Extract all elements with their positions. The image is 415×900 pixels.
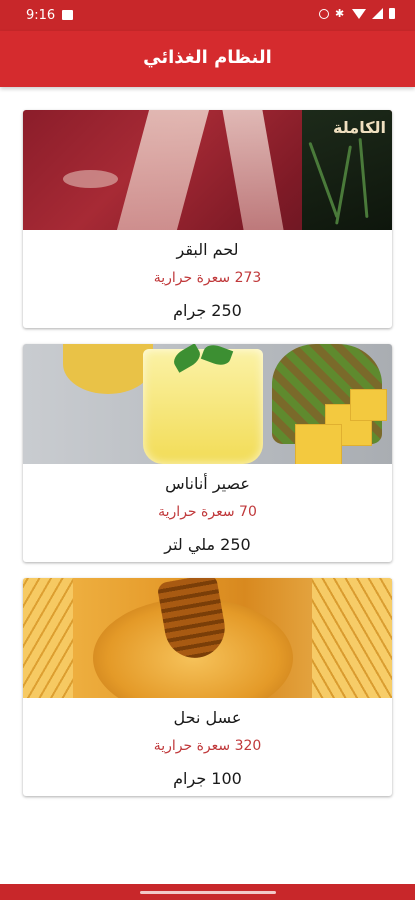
food-name: لحم البقر [176, 240, 239, 259]
food-name: عصير أناناس [165, 474, 250, 493]
battery-icon [389, 8, 395, 19]
app-bar: النظام الغذائي [0, 31, 415, 87]
food-calories: 320 سعرة حرارية [153, 738, 262, 754]
food-card-pineapple-juice[interactable]: عصير أناناس 70 سعرة حرارية 250 ملي لتر [23, 344, 392, 562]
food-image-pineapple-juice [23, 344, 392, 464]
image-icon [62, 10, 73, 20]
alarm-icon [319, 8, 329, 19]
food-calories: 273 سعرة حرارية [153, 270, 262, 286]
food-image-beef: الكاملة [23, 110, 392, 230]
food-amount: 100 جرام [173, 769, 242, 788]
status-icons: ✱ [319, 8, 395, 19]
wifi-icon [352, 8, 366, 19]
food-amount: 250 جرام [173, 301, 242, 320]
image-logo: الكاملة [333, 118, 386, 137]
food-image-honey [23, 578, 392, 698]
food-calories: 70 سعرة حرارية [158, 504, 257, 520]
food-name: عسل نحل [173, 708, 242, 727]
status-bar: 9:16 ✱ [0, 0, 415, 31]
food-amount: 250 ملي لتر [164, 535, 251, 554]
bluetooth-icon: ✱ [335, 7, 345, 20]
page-title: النظام الغذائي [143, 47, 272, 68]
food-card-beef[interactable]: الكاملة لحم البقر 273 سعرة حرارية 250 جر… [23, 110, 392, 328]
food-card-honey[interactable]: عسل نحل 320 سعرة حرارية 100 جرام [23, 578, 392, 796]
navigation-bar [0, 884, 415, 900]
signal-icon [372, 8, 383, 19]
home-gesture-handle[interactable] [140, 891, 276, 894]
status-time: 9:16 [26, 8, 56, 23]
